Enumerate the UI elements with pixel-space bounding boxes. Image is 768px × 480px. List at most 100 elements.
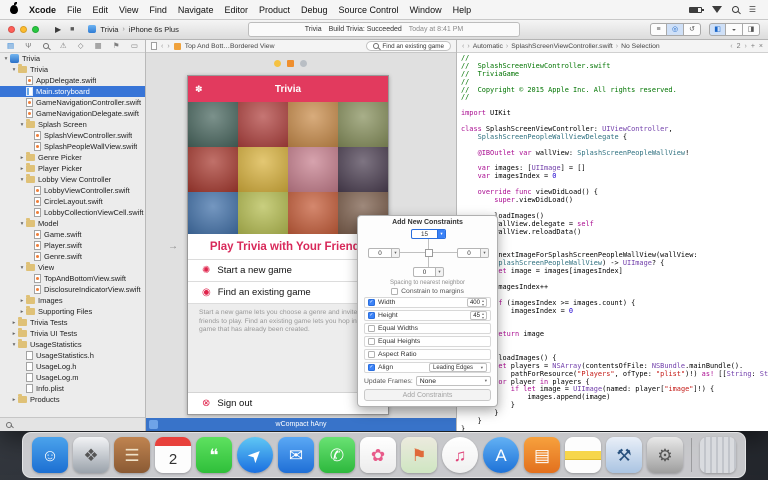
dock-maps-icon[interactable]: ⚑ <box>401 437 437 473</box>
tree-item-usagestatistics-h[interactable]: UsageStatistics.h <box>0 350 145 361</box>
notification-icon[interactable]: ☰ <box>749 6 756 14</box>
chevron-down-icon[interactable]: ▾ <box>435 268 443 276</box>
checkbox-icon[interactable]: ✓ <box>368 312 375 319</box>
tree-item-trivia[interactable]: ▾Trivia <box>0 53 145 64</box>
tree-item-splashviewcontroller-swift[interactable]: SplashViewController.swift <box>0 130 145 141</box>
constraint-option-aspect-ratio[interactable]: Aspect Ratio <box>364 349 491 360</box>
reports-icon[interactable]: ▭ <box>131 42 138 50</box>
search-icon[interactable] <box>43 43 49 49</box>
disclosure-icon[interactable]: ▾ <box>2 56 10 62</box>
dock-itunes-icon[interactable]: ♫ <box>442 437 478 473</box>
checkbox-icon[interactable] <box>391 288 398 295</box>
bottom-spacing-field[interactable]: 0 ▾ <box>413 267 444 277</box>
dock-xcode-icon[interactable]: ⚒ <box>606 437 642 473</box>
dock-launchpad-icon[interactable]: ❖ <box>73 437 109 473</box>
chevron-down-icon[interactable]: ▾ <box>391 249 399 257</box>
close-window-button[interactable] <box>8 26 15 33</box>
menu-item-file[interactable]: File <box>67 5 82 15</box>
debug-area-toggle-button[interactable]: ◒ <box>726 23 743 36</box>
jumpbar-file[interactable]: SplashScreenViewController.swift <box>511 43 613 50</box>
initial-view-controller-arrow[interactable]: → <box>168 241 178 252</box>
stepper-arrows-icon[interactable]: ▴ ▾ <box>482 299 484 306</box>
menu-item-help[interactable]: Help <box>453 5 472 15</box>
tree-item-main-storyboard[interactable]: Main.storyboard <box>0 86 145 97</box>
project-navigator-icon[interactable]: ▤ <box>7 42 14 50</box>
checkbox-icon[interactable] <box>368 325 375 332</box>
checkbox-icon[interactable] <box>368 351 375 358</box>
disclosure-icon[interactable]: ▸ <box>10 320 18 326</box>
debug-icon[interactable]: ▦ <box>95 42 102 50</box>
dock-calendar-icon[interactable]: 2 <box>155 437 191 473</box>
back-chevron-icon[interactable]: ‹ <box>161 43 163 50</box>
tests-icon[interactable]: ◇ <box>78 42 84 50</box>
tree-item-model[interactable]: ▾Model <box>0 218 145 229</box>
dock-messages-icon[interactable]: ❝ <box>196 437 232 473</box>
jumpbar-selection[interactable]: No Selection <box>621 43 660 50</box>
constraint-option-equal-widths[interactable]: Equal Widths <box>364 323 491 334</box>
dock-finder-icon[interactable]: ☺ <box>32 437 68 473</box>
dock-ibooks-icon[interactable]: ▤ <box>524 437 560 473</box>
tree-item-trivia[interactable]: ▾Trivia <box>0 64 145 75</box>
tree-item-lobbyviewcontroller-swift[interactable]: LobbyViewController.swift <box>0 185 145 196</box>
menu-item-window[interactable]: Window <box>410 5 442 15</box>
tree-item-usagelog-h[interactable]: UsageLog.h <box>0 361 145 372</box>
photo-wall[interactable] <box>188 102 388 234</box>
tree-item-circlelayout-swift[interactable]: CircleLayout.swift <box>0 196 145 207</box>
assistant-editor-button[interactable]: ◎ <box>667 23 684 36</box>
next-counterpart-icon[interactable]: › <box>744 43 746 50</box>
disclosure-icon[interactable]: ▾ <box>18 122 26 128</box>
filter-icon[interactable] <box>6 422 12 428</box>
dock-system-preferences-icon[interactable]: ⚙ <box>647 437 683 473</box>
tree-item-products[interactable]: ▸Products <box>0 394 145 405</box>
dock-trash-icon[interactable] <box>700 437 736 473</box>
tree-item-splash-screen[interactable]: ▾Splash Screen <box>0 119 145 130</box>
scene-nav-bar[interactable]: ✽ Trivia <box>188 76 388 102</box>
trailing-spacing-field[interactable]: 0 ▾ <box>457 248 489 258</box>
disclosure-icon[interactable]: ▾ <box>10 342 18 348</box>
minimize-window-button[interactable] <box>20 26 27 33</box>
menu-item-navigate[interactable]: Navigate <box>178 5 214 15</box>
constraint-option-width[interactable]: ✓Width400▴ ▾ <box>364 297 491 308</box>
leading-spacing-field[interactable]: 0 ▾ <box>368 248 400 258</box>
tree-item-splashpeoplewallview-swift[interactable]: SplashPeopleWallView.swift <box>0 141 145 152</box>
dock-photos-icon[interactable]: ✿ <box>360 437 396 473</box>
add-constraints-button[interactable]: Add Constraints <box>364 389 491 401</box>
utilities-toggle-button[interactable]: ◨ <box>743 23 760 36</box>
issues-icon[interactable]: ⚠ <box>60 42 67 50</box>
checkbox-icon[interactable]: ✓ <box>368 364 375 371</box>
spotlight-icon[interactable] <box>732 6 739 13</box>
tree-item-info-plist[interactable]: Info.plist <box>0 383 145 394</box>
apple-menu-icon[interactable] <box>10 5 18 14</box>
tree-item-genre-swift[interactable]: Genre.swift <box>0 251 145 262</box>
breakpoints-icon[interactable]: ⚑ <box>113 42 120 50</box>
code-area[interactable]: //// SplashScreenViewController.swift// … <box>457 53 768 431</box>
find-field[interactable]: Find an existing game <box>366 41 451 51</box>
value-stepper[interactable]: 45▴ ▾ <box>470 311 487 320</box>
disclosure-icon[interactable]: ▸ <box>10 397 18 403</box>
menu-item-source-control[interactable]: Source Control <box>339 5 399 15</box>
dock-facetime-icon[interactable]: ✆ <box>319 437 355 473</box>
dock-notes-icon[interactable] <box>565 437 601 473</box>
checkbox-icon[interactable]: ✓ <box>368 299 375 306</box>
disclosure-icon[interactable]: ▾ <box>18 265 26 271</box>
tree-item-lobbycollectionviewcell-swift[interactable]: LobbyCollectionViewCell.swift <box>0 207 145 218</box>
menu-item-debug[interactable]: Debug <box>301 5 328 15</box>
dock-mail-icon[interactable]: ✉ <box>278 437 314 473</box>
dock-contacts-icon[interactable]: ☰ <box>114 437 150 473</box>
first-responder-icon[interactable] <box>287 60 294 67</box>
disclosure-icon[interactable]: ▸ <box>18 298 26 304</box>
constraint-option-height[interactable]: ✓Height45▴ ▾ <box>364 310 491 321</box>
disclosure-icon[interactable]: ▾ <box>18 177 26 183</box>
tree-item-view[interactable]: ▾View <box>0 262 145 273</box>
tree-item-trivia-tests[interactable]: ▸Trivia Tests <box>0 317 145 328</box>
disclosure-icon[interactable]: ▸ <box>18 166 26 172</box>
standard-editor-button[interactable]: ≡ <box>650 23 667 36</box>
tree-item-lobby-view-controller[interactable]: ▾Lobby View Controller <box>0 174 145 185</box>
tree-item-trivia-ui-tests[interactable]: ▸Trivia UI Tests <box>0 328 145 339</box>
constraint-option-equal-heights[interactable]: Equal Heights <box>364 336 491 347</box>
value-stepper[interactable]: 400▴ ▾ <box>467 298 487 307</box>
stepper-arrows-icon[interactable]: ▴ ▾ <box>482 312 484 319</box>
constraint-option-align[interactable]: ✓AlignLeading Edges▾ <box>364 362 491 373</box>
add-assistant-icon[interactable]: + <box>751 43 755 50</box>
breadcrumb[interactable]: Top And Bott…Bordered View <box>185 43 275 50</box>
